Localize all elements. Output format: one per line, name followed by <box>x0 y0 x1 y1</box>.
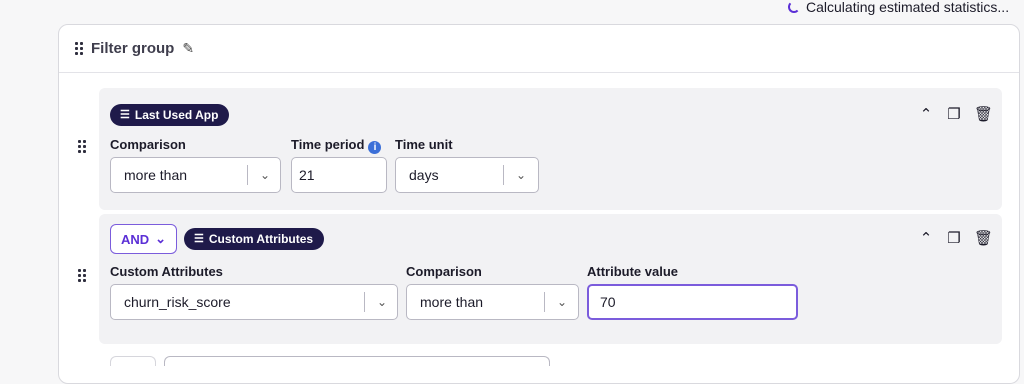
comparison-label: Comparison <box>110 137 186 152</box>
time-unit-label: Time unit <box>395 137 453 152</box>
time-unit-select[interactable]: days ⌄ <box>395 157 539 193</box>
attribute-value-input[interactable]: 70 <box>587 284 798 320</box>
statistics-status: Calculating estimated statistics... <box>788 0 1010 15</box>
time-period-input[interactable]: 21 <box>291 157 387 193</box>
filter-tag-label: Last Used App <box>134 108 219 122</box>
filter-tag-custom-attributes[interactable]: ☰ Custom Attributes <box>184 228 325 250</box>
chevron-down-icon[interactable]: ⌄ <box>248 158 282 192</box>
time-unit-select-value: days <box>409 167 439 183</box>
chevron-down-icon: ⌄ <box>155 231 167 246</box>
attribute-value-label: Attribute value <box>587 264 679 279</box>
custom-attributes-label: Custom Attributes <box>110 264 223 279</box>
loading-spinner-icon <box>788 1 800 13</box>
next-operator-button[interactable] <box>110 356 156 366</box>
filter-tag-label: Custom Attributes <box>208 232 314 246</box>
filter1-actions: ⌃ ❐ 🗑 <box>918 105 993 123</box>
copy-icon[interactable]: ❐ <box>946 105 962 123</box>
comparison-select-value: more than <box>124 167 188 183</box>
operator-label: AND <box>120 231 150 247</box>
filter2-actions: ⌃ ❐ 🗑 <box>918 229 993 247</box>
drag-handle-icon[interactable] <box>78 140 86 153</box>
comparison-select[interactable]: more than ⌄ <box>110 157 281 193</box>
next-filter-select[interactable] <box>164 356 550 366</box>
filter-group-header: Filter group ✎ <box>59 25 1019 73</box>
drag-handle-icon[interactable] <box>75 42 83 55</box>
custom-attribute-select[interactable]: churn_risk_score ⌄ <box>110 284 398 320</box>
and-operator-button[interactable]: AND ⌄ <box>110 224 177 254</box>
chevron-down-icon[interactable]: ⌄ <box>365 285 399 319</box>
comparison-label: Comparison <box>406 264 482 279</box>
sliders-icon: ☰ <box>120 108 130 121</box>
chevron-down-icon[interactable]: ⌄ <box>545 285 579 319</box>
filter-tag-last-used-app[interactable]: ☰ Last Used App <box>110 104 230 126</box>
attribute-value-text: 70 <box>600 294 616 310</box>
trash-icon[interactable]: 🗑 <box>974 105 993 123</box>
comparison-select[interactable]: more than ⌄ <box>406 284 579 320</box>
chevron-up-icon[interactable]: ⌃ <box>918 229 934 247</box>
trash-icon[interactable]: 🗑 <box>974 229 993 247</box>
copy-icon[interactable]: ❐ <box>946 229 962 247</box>
time-period-value: 21 <box>299 167 315 183</box>
info-icon[interactable]: i <box>368 141 382 154</box>
sliders-icon: ☰ <box>194 232 204 245</box>
chevron-down-icon[interactable]: ⌄ <box>504 158 538 192</box>
chevron-up-icon[interactable]: ⌃ <box>918 105 934 123</box>
drag-handle-icon[interactable] <box>78 269 86 282</box>
custom-attribute-select-value: churn_risk_score <box>124 294 231 310</box>
time-period-label: Time period i <box>291 137 382 154</box>
status-text: Calculating estimated statistics... <box>806 0 1010 15</box>
filter-group-title: Filter group <box>91 40 175 57</box>
pencil-icon[interactable]: ✎ <box>182 40 194 57</box>
comparison-select-value: more than <box>420 294 484 310</box>
